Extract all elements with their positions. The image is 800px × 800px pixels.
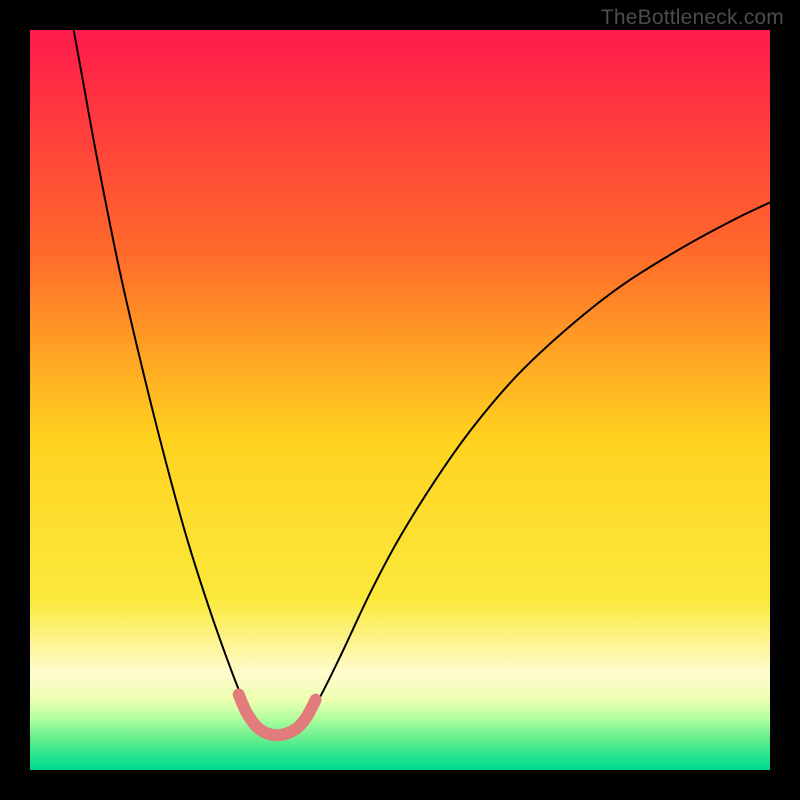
watermark-text: TheBottleneck.com — [601, 6, 784, 30]
gradient-background — [30, 30, 770, 770]
plot-area — [30, 30, 770, 770]
chart-svg — [30, 30, 770, 770]
chart-frame: TheBottleneck.com — [0, 0, 800, 800]
